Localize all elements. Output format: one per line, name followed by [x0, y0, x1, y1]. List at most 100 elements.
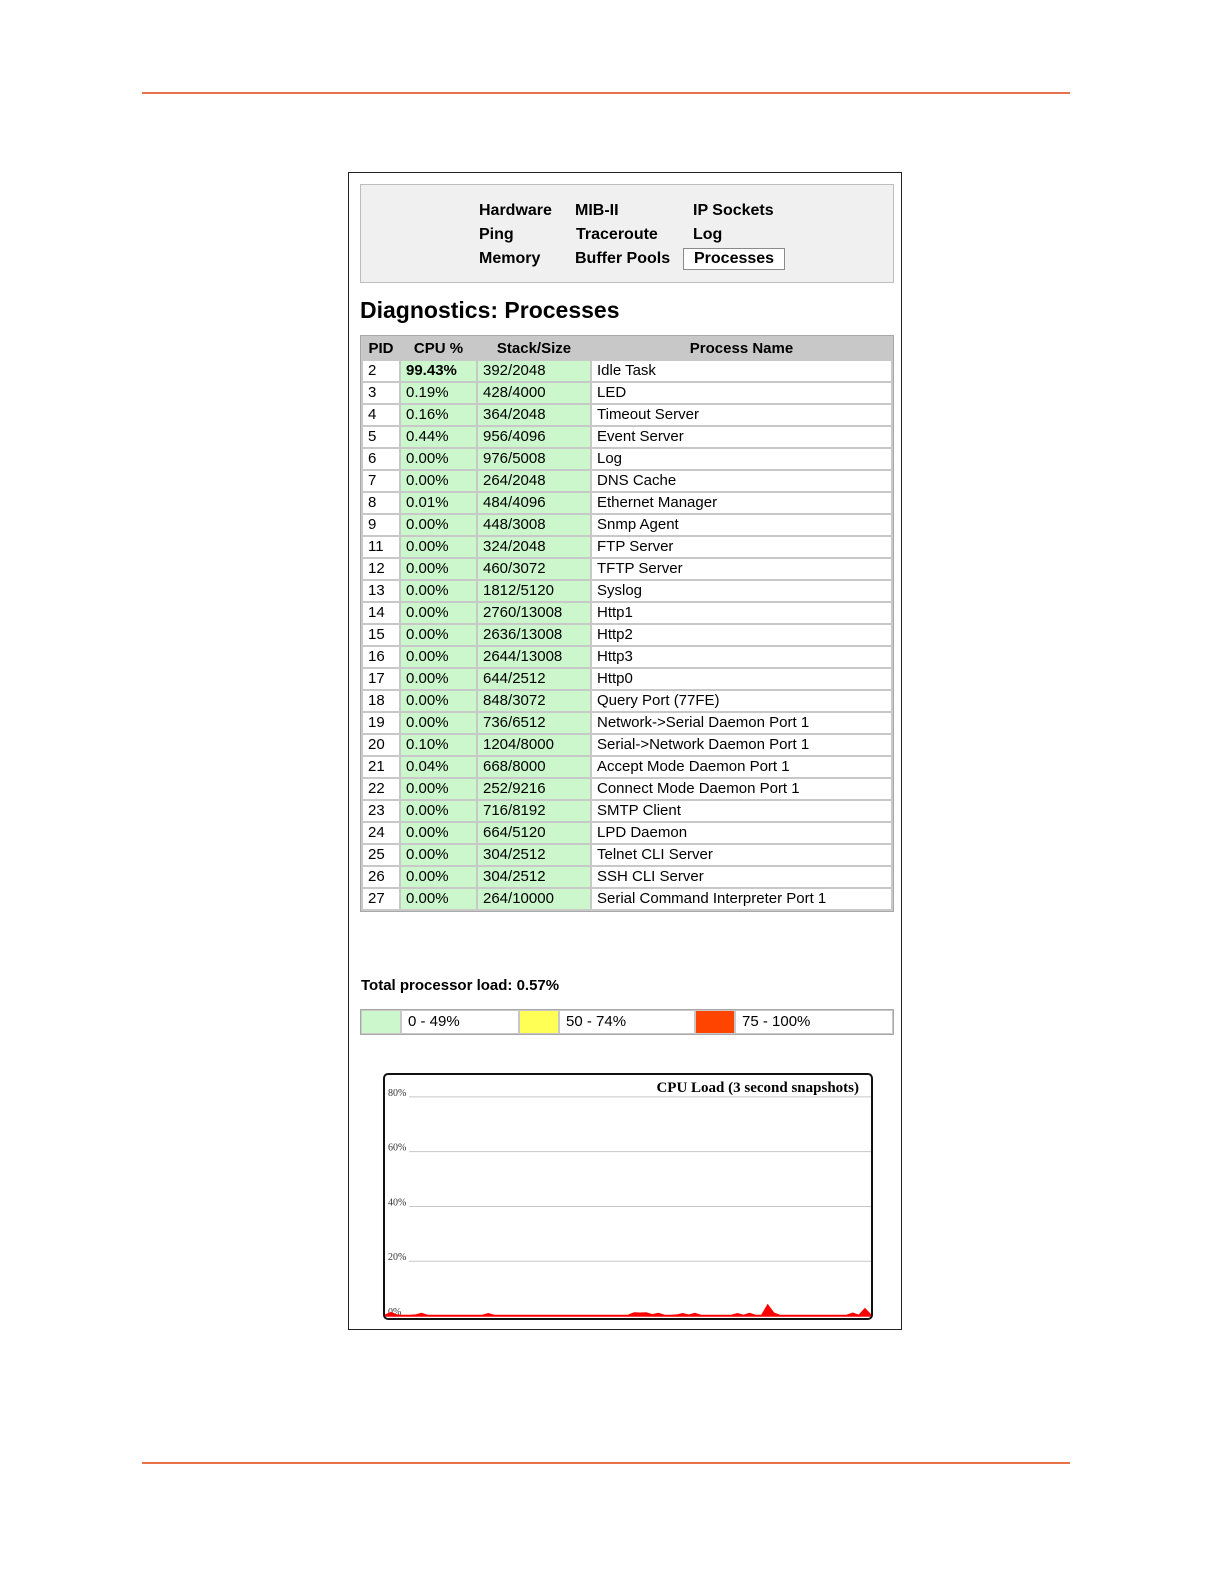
stack-size-cell: 252/9216 — [478, 779, 590, 799]
pid-cell: 18 — [363, 691, 399, 711]
legend-swatch-low — [362, 1011, 400, 1033]
cpu-cell: 0.00% — [401, 625, 476, 645]
process-name-cell: SSH CLI Server — [592, 867, 891, 887]
process-name-cell: Snmp Agent — [592, 515, 891, 535]
process-name-cell: Telnet CLI Server — [592, 845, 891, 865]
header-rule — [142, 92, 1070, 94]
stack-size-cell: 448/3008 — [478, 515, 590, 535]
process-table: PID CPU % Stack/Size Process Name 2 99.43… — [360, 335, 894, 912]
cpu-cell: 0.00% — [401, 515, 476, 535]
nav-ip-sockets-link[interactable]: IP Sockets — [693, 201, 774, 221]
cpu-cell: 0.00% — [401, 845, 476, 865]
pid-cell: 12 — [363, 559, 399, 579]
process-name-cell: Connect Mode Daemon Port 1 — [592, 779, 891, 799]
footer-rule — [142, 1462, 1070, 1464]
table-row: 15 0.00% 2636/13008 Http2 — [363, 625, 891, 645]
pid-cell: 24 — [363, 823, 399, 843]
cpu-cell: 0.00% — [401, 537, 476, 557]
cpu-legend: 0 - 49% 50 - 74% 75 - 100% — [360, 1009, 894, 1035]
cpu-cell: 0.01% — [401, 493, 476, 513]
table-row: 20 0.10% 1204/8000 Serial->Network Daemon P… — [363, 735, 891, 755]
pid-cell: 3 — [363, 383, 399, 403]
table-row: 23 0.00% 716/8192 SMTP Client — [363, 801, 891, 821]
process-name-cell: Network->Serial Daemon Port 1 — [592, 713, 891, 733]
stack-size-cell: 848/3072 — [478, 691, 590, 711]
stack-size-cell: 392/2048 — [478, 361, 590, 381]
cpu-cell: 0.00% — [401, 581, 476, 601]
table-row: 24 0.00% 664/5120 LPD Daemon — [363, 823, 891, 843]
stack-size-cell: 2636/13008 — [478, 625, 590, 645]
table-row: 8 0.01% 484/4096 Ethernet Manager — [363, 493, 891, 513]
nav-mib-ii-link[interactable]: MIB-II — [575, 201, 619, 221]
process-name-cell: Idle Task — [592, 361, 891, 381]
table-row: 13 0.00% 1812/5120 Syslog — [363, 581, 891, 601]
cpu-cell: 0.00% — [401, 801, 476, 821]
table-row: 2 99.43% 392/2048 Idle Task — [363, 361, 891, 381]
stack-size-cell: 644/2512 — [478, 669, 590, 689]
cpu-cell: 0.00% — [401, 449, 476, 469]
legend-swatch-high — [696, 1011, 734, 1033]
table-row: 3 0.19% 428/4000 LED — [363, 383, 891, 403]
cpu-cell: 0.00% — [401, 603, 476, 623]
cpu-load-series — [385, 1303, 871, 1317]
stack-size-cell: 324/2048 — [478, 537, 590, 557]
process-name-cell: LPD Daemon — [592, 823, 891, 843]
cpu-cell: 0.00% — [401, 691, 476, 711]
process-name-cell: Log — [592, 449, 891, 469]
cpu-cell: 0.00% — [401, 713, 476, 733]
pid-cell: 16 — [363, 647, 399, 667]
diagnostics-panel: Hardware MIB-II IP Sockets Ping Tracerou… — [348, 172, 902, 1330]
pid-cell: 2 — [363, 361, 399, 381]
stack-size-cell: 364/2048 — [478, 405, 590, 425]
stack-size-cell: 2760/13008 — [478, 603, 590, 623]
stack-size-cell: 956/4096 — [478, 427, 590, 447]
nav-ping-link[interactable]: Ping — [479, 225, 514, 245]
y-tick-label: 80% — [388, 1088, 406, 1099]
pid-cell: 19 — [363, 713, 399, 733]
cpu-load-chart-plot: 80%60%40%20%0% — [385, 1088, 871, 1318]
cpu-cell: 0.19% — [401, 383, 476, 403]
process-name-cell: Http1 — [592, 603, 891, 623]
table-row: 19 0.00% 736/6512 Network->Serial Daemon Po… — [363, 713, 891, 733]
pid-cell: 6 — [363, 449, 399, 469]
nav-hardware-link[interactable]: Hardware — [479, 201, 552, 221]
process-name-cell: Accept Mode Daemon Port 1 — [592, 757, 891, 777]
stack-size-cell: 736/6512 — [478, 713, 590, 733]
cpu-cell: 0.04% — [401, 757, 476, 777]
stack-size-cell: 264/2048 — [478, 471, 590, 491]
cpu-cell: 0.00% — [401, 647, 476, 667]
cpu-cell: 0.00% — [401, 669, 476, 689]
pid-cell: 13 — [363, 581, 399, 601]
table-row: 16 0.00% 2644/13008 Http3 — [363, 647, 891, 667]
nav-processes-link[interactable]: Processes — [683, 248, 786, 270]
nav-log-link[interactable]: Log — [693, 225, 722, 245]
stack-size-cell: 1204/8000 — [478, 735, 590, 755]
table-row: 27 0.00% 264/10000 Serial Command Interpret… — [363, 889, 891, 909]
pid-cell: 17 — [363, 669, 399, 689]
stack-size-cell: 304/2512 — [478, 867, 590, 887]
process-name-cell: Http2 — [592, 625, 891, 645]
stack-size-cell: 484/4096 — [478, 493, 590, 513]
table-row: 26 0.00% 304/2512 SSH CLI Server — [363, 867, 891, 887]
y-tick-label: 40% — [388, 1197, 406, 1208]
process-name-cell: Ethernet Manager — [592, 493, 891, 513]
table-row: 11 0.00% 324/2048 FTP Server — [363, 537, 891, 557]
cpu-cell: 0.00% — [401, 823, 476, 843]
table-row: 12 0.00% 460/3072 TFTP Server — [363, 559, 891, 579]
table-row: 4 0.16% 364/2048 Timeout Server — [363, 405, 891, 425]
stack-size-cell: 304/2512 — [478, 845, 590, 865]
cpu-cell: 0.00% — [401, 779, 476, 799]
nav-traceroute-link[interactable]: Traceroute — [576, 225, 658, 245]
pid-cell: 11 — [363, 537, 399, 557]
pid-cell: 20 — [363, 735, 399, 755]
stack-size-cell: 460/3072 — [478, 559, 590, 579]
table-row: 5 0.44% 956/4096 Event Server — [363, 427, 891, 447]
stack-size-cell: 428/4000 — [478, 383, 590, 403]
stack-size-cell: 976/5008 — [478, 449, 590, 469]
diagnostics-nav: Hardware MIB-II IP Sockets Ping Tracerou… — [360, 184, 894, 283]
table-header-row: PID CPU % Stack/Size Process Name — [363, 338, 891, 359]
nav-memory-link[interactable]: Memory — [479, 249, 540, 269]
cpu-cell: 0.00% — [401, 559, 476, 579]
nav-buffer-pools-link[interactable]: Buffer Pools — [575, 249, 670, 269]
table-row: 9 0.00% 448/3008 Snmp Agent — [363, 515, 891, 535]
